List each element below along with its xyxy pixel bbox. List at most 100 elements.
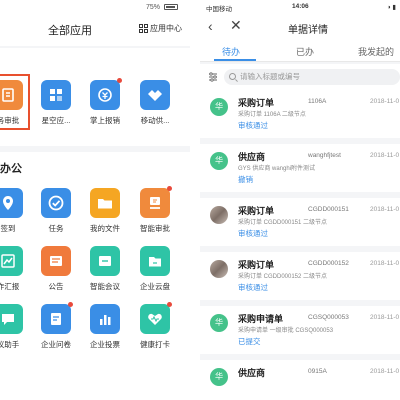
chat-icon [0,304,23,334]
tab-todo[interactable]: 待办 [222,45,240,58]
item-title: 采购订单 [238,260,275,270]
status-icons: ◑ ▮ [386,4,396,11]
close-icon[interactable]: ✕ [230,17,242,34]
item-title: 采购订单 [238,98,275,108]
location-icon [0,188,23,218]
search-input[interactable]: 请输入标题或编号 [224,69,400,85]
status-badge: 审核通过 [238,283,268,292]
nav-bar: ‹ ✕ 单据详情 [200,14,400,40]
app-tile[interactable]: 智能审批 [133,186,177,234]
handshake-icon [140,80,170,110]
folder-icon [90,188,120,218]
item-subtitle: 采购申请单 一级审批 CGSQ000053 [238,328,334,334]
grid-app-icon [41,80,71,110]
search-icon [229,73,236,80]
app-label: 智能会议 [90,282,120,291]
app-center-label: 应用中心 [150,24,182,33]
active-tab-indicator [214,59,256,61]
page-header: 全部应用 应用中心 [0,14,190,46]
common-apps-row: 务审批 星空应... 掌上报销 移动供... [0,48,190,146]
app-label: 移动供... [140,116,170,125]
item-code: CGDD000151 [308,206,349,213]
item-subtitle: 采购订单 1106A 二级节点 [238,112,306,118]
item-subtitle: 采购订单 CGDD000151 二级节点 [238,220,328,226]
status-badge: 审核通过 [238,121,268,130]
tab-bar: 待办 已办 我发起的 [200,40,400,62]
health-icon [140,302,172,334]
avatar [210,206,228,224]
office-section: 办公 签到 任务 我的文件 智能审批作汇报 公告 智能会议 企业云盘议助手 企业问卷 企业投票 健… [0,152,190,400]
item-title: 采购订单 [238,206,275,216]
item-code: 1106A [308,98,327,105]
notification-dot [167,186,172,191]
filter-icon[interactable] [208,72,218,82]
app-tile[interactable]: 签到 [0,188,30,234]
notification-dot [167,302,172,307]
item-title: 供应商 [238,152,266,162]
notification-dot [117,78,122,83]
app-tile[interactable]: 星空应... [34,80,78,126]
carrier-label: 中国移动 [206,6,232,13]
app-tile[interactable]: 掌上报销 [83,78,127,126]
app-tile[interactable]: 作汇报 [0,246,30,292]
app-label: 我的文件 [90,224,120,233]
app-tile[interactable]: 企业云盘 [133,246,177,292]
battery-icon [164,4,178,10]
announcement-icon [41,246,71,276]
app-label: 掌上报销 [90,116,120,125]
app-list-screen: 75% 全部应用 应用中心 务审批 星空应... 掌上报销 移动供... 办公 签到任… [0,0,190,400]
clock: 14:06 [292,3,309,10]
app-tile[interactable]: 智能会议 [83,246,127,292]
item-subtitle: GYS 供应商 wanghi附件测试 [238,166,316,172]
avatar: 华 [210,98,228,116]
list-item[interactable]: 华采购订单 1106A 2018-11-0 采购订单 1106A 二级节点 审核通过 [200,90,400,138]
app-tile[interactable]: 议助手 [0,304,30,350]
status-badge: 撤销 [238,175,253,184]
app-tile[interactable]: 任务 [34,188,78,234]
tab-done[interactable]: 已办 [296,45,314,58]
tab-initiated[interactable]: 我发起的 [358,45,394,58]
app-label: 企业云盘 [140,282,170,291]
back-icon[interactable]: ‹ [208,18,213,34]
document-detail-screen: 中国移动 14:06 ◑ ▮ ‹ ✕ 单据详情 待办 已办 我发起的 请输入标题… [200,0,400,400]
stamp-icon [140,186,172,218]
list-item[interactable]: 华供应商 wanghfjtest 2018-11-0 GYS 供应商 wanghi附件… [200,144,400,192]
list-item[interactable]: 华采购申请单 CGSQ000053 2018-11-0 采购申请单 一级审批 CGSQ… [200,306,400,354]
app-tile[interactable]: 我的文件 [83,188,127,234]
item-title: 供应商 [238,368,266,378]
app-tile[interactable]: 移动供... [133,80,177,126]
app-tile[interactable]: 公告 [34,246,78,292]
avatar: 华 [210,314,228,332]
section-title: 办公 [0,163,22,175]
selection-highlight [0,74,30,130]
item-date: 2018-11-0 [370,368,400,375]
item-date: 2018-11-0 [370,314,400,321]
app-label: 星空应... [41,116,71,125]
survey-icon [41,302,73,334]
app-label: 作汇报 [0,282,20,291]
meeting-icon [90,246,120,276]
list-item[interactable]: 采购订单 CGDD000151 2018-11-0 采购订单 CGDD000151 二… [200,198,400,246]
avatar: 华 [210,368,228,386]
list-item[interactable]: 华供应商 0915A 2018-11-0 [200,360,400,400]
app-tile[interactable]: 企业问卷 [34,302,78,350]
vote-chart-icon [90,304,120,334]
item-date: 2018-11-0 [370,98,400,105]
app-tile[interactable]: 健康打卡 [133,302,177,350]
status-badge: 审核通过 [238,229,268,238]
search-placeholder: 请输入标题或编号 [240,72,300,81]
avatar: 华 [210,152,228,170]
app-center-button[interactable]: 应用中心 [139,23,182,34]
avatar [210,260,228,278]
app-label: 健康打卡 [140,340,170,349]
app-label: 议助手 [0,340,20,349]
page-title: 全部应用 [48,25,92,37]
list-item[interactable]: 采购订单 CGDD000152 2018-11-0 采购订单 CGDD000152 二… [200,252,400,300]
status-bar: 中国移动 14:06 ◑ ▮ [200,0,400,14]
app-tile[interactable]: 企业投票 [83,304,127,350]
notification-dot [68,302,73,307]
report-icon [0,246,23,276]
search-row: 请输入标题或编号 [200,64,400,90]
status-badge: 已提交 [238,337,261,346]
app-label: 企业投票 [90,340,120,349]
